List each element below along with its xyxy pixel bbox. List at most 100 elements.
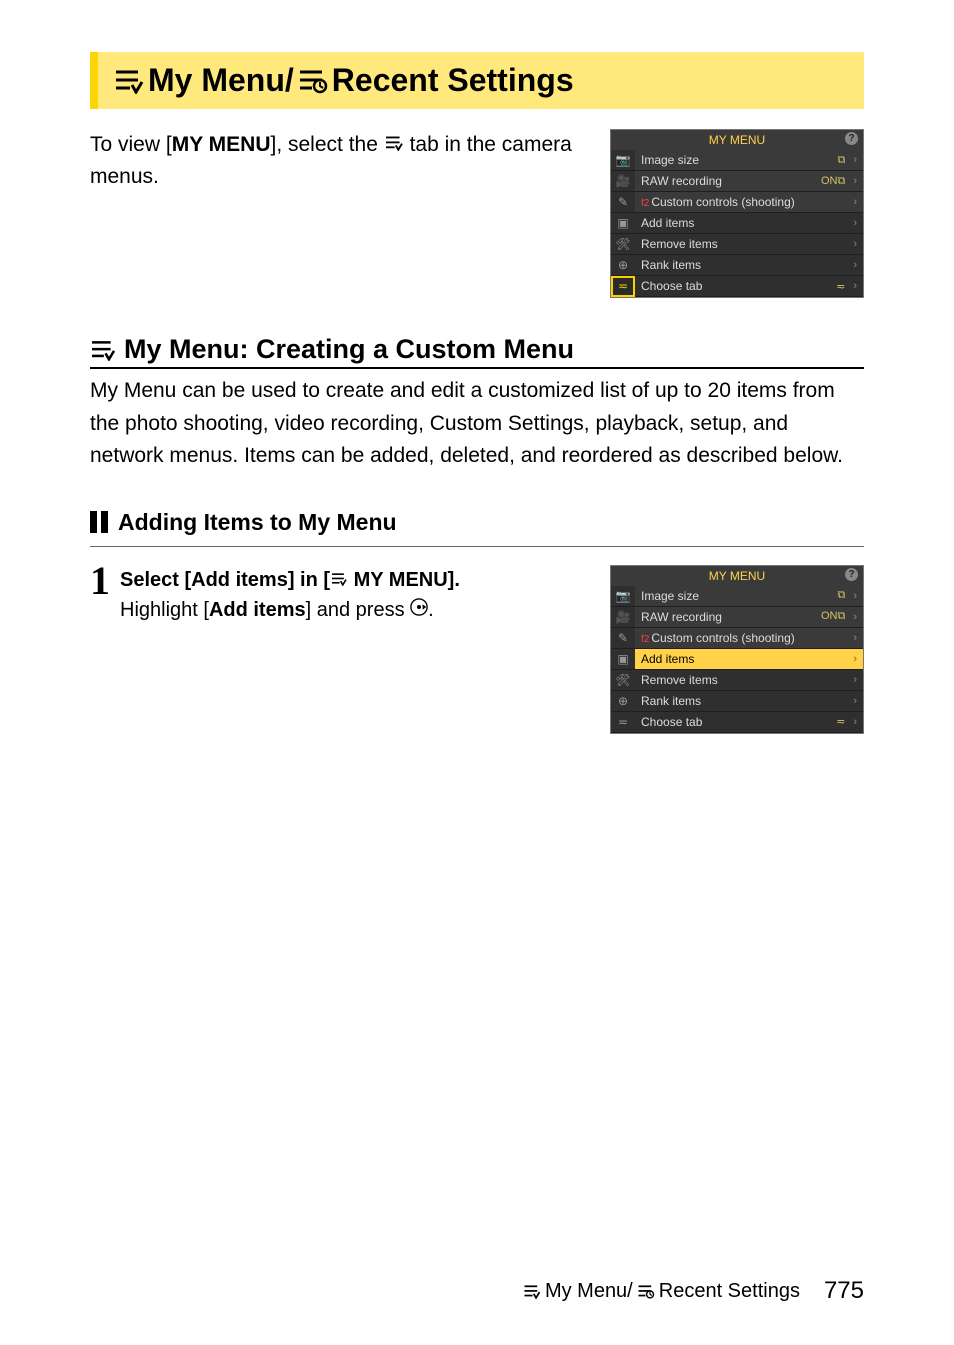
- chevron-right-icon: ›: [853, 716, 857, 728]
- lcd-row-label: RAW recording: [641, 174, 722, 188]
- lcd-row[interactable]: Remove items ›: [635, 670, 863, 691]
- my-menu-icon: [90, 339, 116, 361]
- page-title-bar: My Menu/ Recent Settings: [90, 52, 864, 109]
- lcd-row-label: RAW recording: [641, 610, 722, 624]
- lcd-row-highlighted[interactable]: Add items ›: [635, 649, 863, 670]
- chevron-right-icon: ›: [853, 259, 857, 271]
- chevron-right-icon: ›: [853, 653, 857, 665]
- intro-post: ], select the: [271, 133, 384, 156]
- lcd-row-label: Image size: [641, 589, 699, 603]
- lcd-row[interactable]: Choose tab≂›: [635, 276, 863, 297]
- intro-text: To view [MY MENU], select the tab in the…: [90, 129, 586, 192]
- sub-heading: Adding Items to My Menu: [90, 509, 864, 547]
- lcd-tab[interactable]: ▣: [611, 649, 635, 670]
- lcd-tab[interactable]: 🎥: [611, 171, 635, 192]
- chevron-right-icon: ›: [853, 196, 857, 208]
- multi-selector-right-icon: [410, 598, 428, 616]
- lcd-row[interactable]: RAW recording ON⧉ ›: [635, 607, 863, 628]
- lcd-title: MY MENU ?: [611, 130, 863, 150]
- lcd-tab[interactable]: 📷: [611, 150, 635, 171]
- lcd-tab[interactable]: 🛠: [611, 670, 635, 691]
- lcd-row-prefix: f2: [641, 198, 649, 209]
- step-1: 1 Select [Add items] in [ MY MENU]. High…: [90, 565, 864, 734]
- lcd-tab-selected[interactable]: ≂: [611, 276, 635, 297]
- chevron-right-icon: ›: [853, 674, 857, 686]
- lcd2-items: Image size⧉› RAW recording ON⧉ › f2Custom …: [635, 586, 863, 733]
- lcd-tab[interactable]: 🛠: [611, 234, 635, 255]
- lcd-row-label: Choose tab: [641, 279, 702, 293]
- intro-pre: To view [: [90, 133, 172, 156]
- lcd-tab[interactable]: ⊕: [611, 255, 635, 276]
- step-body-pre: Highlight [: [120, 599, 209, 621]
- lcd-tab[interactable]: ⊕: [611, 691, 635, 712]
- lcd-row[interactable]: Image size⧉›: [635, 586, 863, 607]
- chevron-right-icon: ›: [853, 632, 857, 644]
- my-menu-icon-inline: [330, 572, 348, 586]
- lcd-row-label: Rank items: [641, 694, 701, 708]
- lcd-row-label: Remove items: [641, 673, 718, 687]
- lcd-row-value: ≂: [836, 280, 845, 293]
- lcd-tab[interactable]: 🎥: [611, 607, 635, 628]
- step-body: Highlight [Add items] and press .: [120, 595, 460, 625]
- lcd-row[interactable]: f2Custom controls (shooting)›: [635, 192, 863, 213]
- lcd-row[interactable]: Image size ⧉ ›: [635, 150, 863, 171]
- lcd-tab[interactable]: ✎: [611, 192, 635, 213]
- lcd-row-label: Choose tab: [641, 715, 702, 729]
- step-title: Select [Add items] in [ MY MENU].: [120, 565, 460, 595]
- title-part1: My Menu/: [148, 62, 294, 99]
- title-part2: Recent Settings: [332, 62, 574, 99]
- lcd-row[interactable]: Choose tab ≂ ›: [635, 712, 863, 733]
- lcd-tab[interactable]: ✎: [611, 628, 635, 649]
- lcd2-title: MY MENU: [709, 569, 765, 583]
- lcd-row-prefix: f2: [641, 634, 649, 645]
- step-number: 1: [90, 561, 110, 601]
- lcd-row[interactable]: Rank items ›: [635, 255, 863, 276]
- lcd-row[interactable]: Add items›: [635, 213, 863, 234]
- lcd-row-value: ON⧉: [821, 175, 845, 188]
- period: .: [428, 599, 434, 621]
- sub-heading-text: Adding Items to My Menu: [118, 509, 397, 536]
- footer-title: My Menu/ Recent Settings: [523, 1280, 800, 1303]
- lcd-row-label: Rank items: [641, 258, 701, 272]
- chevron-right-icon: ›: [853, 175, 857, 187]
- step-body-bold: Add items: [209, 599, 306, 621]
- lcd-row-value: ON⧉: [821, 610, 845, 623]
- section-heading: My Menu: Creating a Custom Menu: [90, 334, 864, 369]
- step-title-pre: Select [Add items] in [: [120, 569, 330, 591]
- lcd2-tabs: 📷 🎥 ✎ ▣ 🛠 ⊕ ≂: [611, 586, 635, 733]
- intro-bold: MY MENU: [172, 133, 271, 156]
- lcd-tab[interactable]: ▣: [611, 213, 635, 234]
- lcd-row-value: ≂: [836, 715, 845, 728]
- lcd-row[interactable]: Rank items ›: [635, 691, 863, 712]
- recent-settings-icon: [637, 1284, 655, 1299]
- lcd-row[interactable]: RAW recording ON⧉ ›: [635, 171, 863, 192]
- lcd-row-label: Add items: [641, 652, 694, 666]
- camera-lcd-1: MY MENU ? 📷 🎥 ✎ ▣ 🛠 ⊕ ≂ Image size ⧉ › RAW…: [610, 129, 864, 298]
- lcd-tab[interactable]: ≂: [611, 712, 635, 733]
- chevron-right-icon: ›: [853, 695, 857, 707]
- lcd-row-label: Image size: [641, 153, 699, 167]
- lcd-row[interactable]: Remove items›: [635, 234, 863, 255]
- chevron-right-icon: ›: [853, 154, 857, 166]
- page-number: 775: [824, 1277, 864, 1305]
- sub-heading-icon: [90, 511, 108, 533]
- lcd1-title: MY MENU: [709, 133, 765, 147]
- my-menu-icon: [523, 1284, 541, 1299]
- chevron-right-icon: ›: [853, 238, 857, 250]
- lcd-tab[interactable]: 📷: [611, 586, 635, 607]
- recent-settings-icon: [298, 68, 328, 94]
- camera-lcd-2: MY MENU ? 📷 🎥 ✎ ▣ 🛠 ⊕ ≂ Image size⧉› RAW…: [610, 565, 864, 734]
- lcd-title: MY MENU ?: [611, 566, 863, 586]
- chevron-right-icon: ›: [853, 611, 857, 623]
- step-title-post: MY MENU].: [348, 569, 460, 591]
- chevron-right-icon: ›: [853, 590, 857, 602]
- lcd-row-value: ⧉: [837, 154, 845, 167]
- section-heading-text: My Menu: Creating a Custom Menu: [124, 334, 574, 365]
- intro-row: To view [MY MENU], select the tab in the…: [90, 129, 864, 298]
- lcd-row[interactable]: f2Custom controls (shooting) ›: [635, 628, 863, 649]
- lcd1-items: Image size ⧉ › RAW recording ON⧉ › f2Custom …: [635, 150, 863, 297]
- chevron-right-icon: ›: [853, 217, 857, 229]
- lcd-row-label: Custom controls (shooting): [651, 631, 794, 645]
- page-footer: My Menu/ Recent Settings 775: [523, 1277, 864, 1305]
- my-menu-icon-inline: [384, 135, 404, 151]
